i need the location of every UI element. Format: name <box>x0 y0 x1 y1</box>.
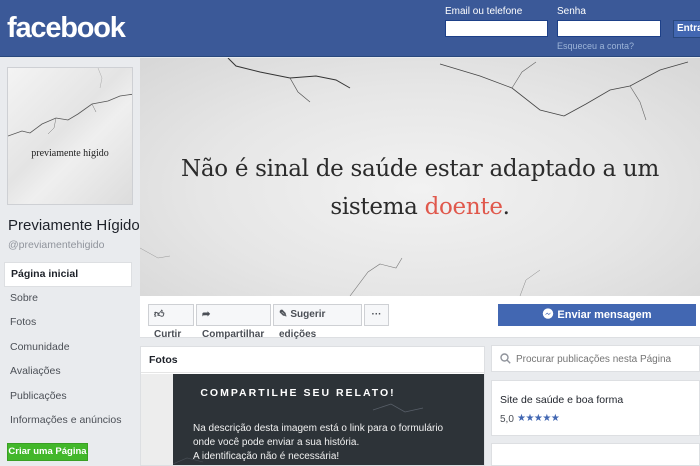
photos-divider <box>141 372 484 373</box>
action-bar: 👍︎Curtir ➦Compartilhar ✎ Sugerir edições … <box>140 296 700 340</box>
photo-body-line2: onde você pode enviar a sua história. <box>193 437 360 448</box>
like-button[interactable]: 👍︎ Curtir <box>148 304 194 340</box>
page-name[interactable]: Previamente Hígido <box>8 217 140 234</box>
next-card <box>491 443 700 466</box>
messenger-icon <box>543 308 554 319</box>
profile-picture[interactable]: previamente hígido <box>7 67 133 205</box>
page-category[interactable]: Site de saúde e boa forma <box>500 394 623 406</box>
share-button[interactable]: ➦ Compartilhar <box>196 304 271 340</box>
nav-item-community[interactable]: Comunidade <box>4 336 132 361</box>
thumbs-up-icon: 👍︎ <box>154 309 165 320</box>
send-message-button[interactable]: Enviar mensagem <box>498 304 696 326</box>
cover-photo[interactable]: Não é sinal de saúde estar adaptado a um… <box>140 58 700 296</box>
forgot-account-link[interactable]: Esqueceu a conta? <box>557 41 634 51</box>
photos-card: Fotos COMPARTILHE SEU RELATO! Na descriç… <box>140 346 485 466</box>
photo-body-line1: Na descrição desta imagem está o link pa… <box>193 423 444 434</box>
nav-item-posts[interactable]: Publicações <box>4 385 132 410</box>
facebook-logo[interactable]: facebook <box>7 12 126 45</box>
search-icon <box>500 353 511 364</box>
profile-picture-texture <box>8 68 132 137</box>
cover-line2-accent: doente <box>424 194 503 220</box>
pencil-icon: ✎ <box>279 309 288 320</box>
share-arrow-icon: ➦ <box>202 309 211 320</box>
nav-item-photos[interactable]: Fotos <box>4 311 132 336</box>
password-label: Senha <box>557 6 586 17</box>
email-input[interactable] <box>445 20 548 37</box>
photo-thumbnail[interactable] <box>141 374 173 465</box>
page-nav: Página inicial Sobre Fotos Comunidade Av… <box>4 262 132 434</box>
about-card: Site de saúde e boa forma 5,0 ★★★★★ <box>491 380 700 436</box>
cover-headline-line2: sistema doente. <box>140 194 700 220</box>
more-options-button[interactable]: ··· <box>364 304 389 326</box>
photo-body: Na descrição desta imagem está o link pa… <box>193 422 443 464</box>
cover-headline-line1: Não é sinal de saúde estar adaptado a um <box>181 156 659 182</box>
nav-item-home[interactable]: Página inicial <box>4 262 132 287</box>
nav-item-info-ads[interactable]: Informações e anúncios <box>4 409 132 434</box>
photos-title[interactable]: Fotos <box>149 354 178 366</box>
password-input[interactable] <box>557 20 661 37</box>
photo-share-story[interactable]: COMPARTILHE SEU RELATO! Na descrição des… <box>173 374 484 465</box>
page-search-input[interactable] <box>516 351 696 367</box>
page-handle[interactable]: @previamentehigido <box>8 239 104 251</box>
suggest-edits-button[interactable]: ✎ Sugerir edições <box>273 304 362 340</box>
page-search-box <box>491 345 700 372</box>
share-label: Compartilhar <box>202 329 265 340</box>
cover-line2-suffix: . <box>502 194 510 220</box>
profile-picture-text: previamente hígido <box>31 148 109 159</box>
top-bar: facebook Email ou telefone Senha Esquece… <box>0 0 700 57</box>
photo-body-line3: A identificação não é necessária! <box>193 451 340 462</box>
nav-item-reviews[interactable]: Avaliações <box>4 360 132 385</box>
rating-stars-icon[interactable]: ★★★★★ <box>517 413 560 424</box>
login-button[interactable]: Entrar <box>673 20 700 38</box>
email-label: Email ou telefone <box>445 6 523 17</box>
rating-value: 5,0 <box>500 414 514 425</box>
send-message-label: Enviar mensagem <box>557 309 652 321</box>
like-label: Curtir <box>154 329 182 340</box>
photo-heading: COMPARTILHE SEU RELATO! <box>200 387 396 399</box>
cover-line2-prefix: sistema <box>330 194 425 220</box>
create-page-button[interactable]: Criar uma Página <box>7 443 88 461</box>
nav-item-about[interactable]: Sobre <box>4 287 132 312</box>
